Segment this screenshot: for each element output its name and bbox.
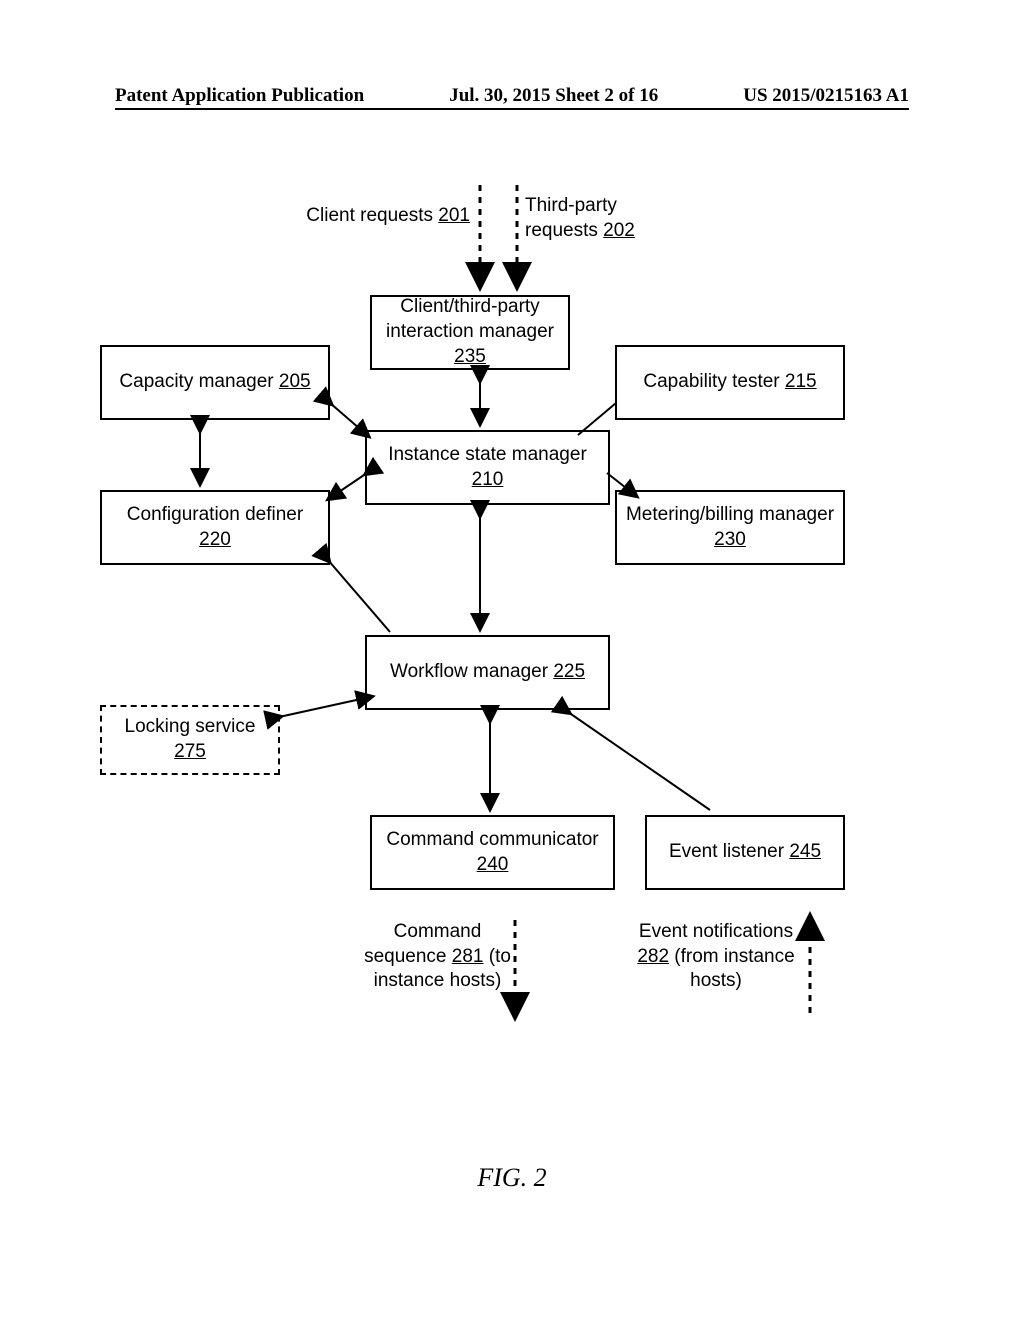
page-header: Patent Application Publication Jul. 30, …	[115, 85, 909, 107]
capacity-manager-box: Capacity manager 205	[100, 345, 330, 420]
capability-tester-box: Capability tester 215	[615, 345, 845, 420]
figure-diagram: Client requests 201 Third-party requests…	[90, 145, 930, 1145]
header-rule	[115, 108, 909, 110]
metering-billing-box: Metering/billing manager 230	[615, 490, 845, 565]
client-requests-label: Client requests 201	[305, 204, 470, 229]
third-party-requests-label: Third-party requests 202	[525, 194, 645, 243]
header-right: US 2015/0215163 A1	[743, 85, 909, 107]
event-notifications-label: Event notifications 282 (from instance h…	[630, 920, 802, 994]
header-center: Jul. 30, 2015 Sheet 2 of 16	[449, 85, 658, 107]
event-listener-box: Event listener 245	[645, 815, 845, 890]
configuration-definer-box: Configuration definer 220	[100, 490, 330, 565]
workflow-manager-box: Workflow manager 225	[365, 635, 610, 710]
interaction-manager-box: Client/third-party interaction manager 2…	[370, 295, 570, 370]
locking-service-box: Locking service 275	[100, 705, 280, 775]
instance-state-manager-box: Instance state manager 210	[365, 430, 610, 505]
command-sequence-label: Command sequence 281 (to instance hosts)	[360, 920, 515, 994]
command-communicator-box: Command communicator 240	[370, 815, 615, 890]
page: Patent Application Publication Jul. 30, …	[0, 0, 1024, 1320]
header-left: Patent Application Publication	[115, 85, 364, 107]
figure-label: FIG. 2	[0, 1163, 1024, 1193]
